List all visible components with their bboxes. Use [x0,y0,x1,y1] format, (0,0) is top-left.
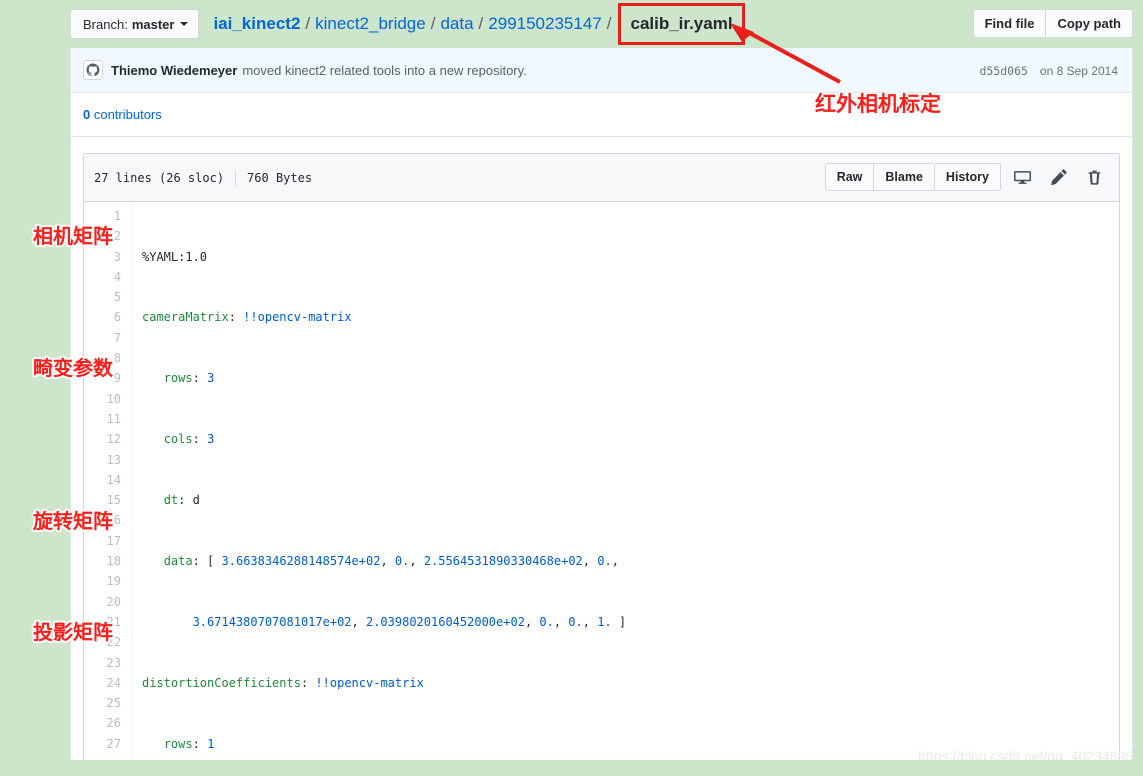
code-line: 3.6714380707081017e+02, 2.03980201604520… [192,614,627,629]
code-line: rows: 3 [163,371,215,386]
line-number[interactable]: 11 [84,409,131,429]
pencil-icon[interactable] [1043,163,1073,191]
find-file-button[interactable]: Find file [972,9,1047,38]
trash-icon[interactable] [1079,163,1109,191]
line-number[interactable]: 5 [84,287,131,307]
line-number[interactable]: 19 [84,571,131,591]
line-number[interactable]: 18 [84,551,131,571]
annotation-rotation-matrix: 旋转矩阵 [33,509,113,533]
line-number-gutter: 1 2 3 4 5 6 7 8 9 10 11 12 13 14 15 16 1 [84,202,132,764]
meta-divider [235,169,237,186]
line-number[interactable]: 26 [84,713,131,733]
line-number[interactable]: 7 [84,328,131,348]
code-viewer: 1 2 3 4 5 6 7 8 9 10 11 12 13 14 15 16 1 [84,202,1119,764]
file-toolbar: 27 lines (26 sloc) 760 Bytes Raw Blame H… [84,154,1119,202]
code-lines[interactable]: %YAML:1.0 cameraMatrix: !!opencv-matrix … [132,202,1119,764]
breadcrumb-repo-link[interactable]: iai_kinect2 [213,14,300,34]
annotation-distortion-params: 畸变参数 [33,356,113,380]
line-number[interactable]: 13 [84,450,131,470]
file-box: 27 lines (26 sloc) 760 Bytes Raw Blame H… [83,153,1120,765]
line-number[interactable]: 12 [84,429,131,449]
line-number[interactable]: 6 [84,307,131,327]
blame-button[interactable]: Blame [874,163,935,191]
filename-highlight-box: calib_ir.yaml [618,3,745,45]
code-line: dt: d [163,493,200,508]
commit-date: on 8 Sep 2014 [1039,63,1118,78]
code-line: data: [ 3.6638346288148574e+02, 0., 2.55… [163,554,619,569]
file-meta: 27 lines (26 sloc) 760 Bytes [94,169,313,186]
line-number[interactable]: 27 [84,734,131,754]
page-root: Branch: master iai_kinect2 / kinect2_bri… [0,0,1143,776]
copy-path-button[interactable]: Copy path [1046,9,1133,38]
line-number[interactable]: 23 [84,653,131,673]
repo-top-bar: Branch: master iai_kinect2 / kinect2_bri… [0,0,1143,48]
commit-message[interactable]: moved kinect2 related tools into a new r… [242,63,526,78]
branch-value: master [131,16,175,32]
file-action-buttons: Raw Blame History [824,163,1109,191]
contributors-label: contributors [90,107,162,122]
code-line: %YAML:1.0 [142,249,208,264]
latest-commit-bar: Thiemo Wiedemeyer moved kinect2 related … [71,48,1132,93]
line-number[interactable]: 25 [84,693,131,713]
code-line: cols: 3 [163,432,215,447]
desktop-icon[interactable] [1007,163,1037,191]
line-number[interactable]: 24 [84,673,131,693]
breadcrumb: iai_kinect2 / kinect2_bridge / data / 29… [213,3,745,45]
annotation-filename-callout: 红外相机标定 [815,92,941,116]
breadcrumb-separator: / [305,14,311,33]
code-line: cameraMatrix: !!opencv-matrix [142,310,352,325]
commit-sha[interactable]: d55d065 [979,64,1027,78]
breadcrumb-separator: / [606,14,612,33]
avatar [83,60,103,80]
line-number[interactable]: 4 [84,267,131,287]
branch-label: Branch: [83,16,128,32]
annotation-camera-matrix: 相机矩阵 [33,224,113,248]
history-button[interactable]: History [934,163,1001,191]
file-size: 760 Bytes [247,170,313,185]
panel-gap [71,137,1132,153]
breadcrumb-link-299150235147[interactable]: 299150235147 [488,14,601,34]
commit-author[interactable]: Thiemo Wiedemeyer [111,63,237,78]
file-line-count: 27 lines (26 sloc) [94,170,225,185]
breadcrumb-separator: / [478,14,484,33]
top-action-buttons: Find file Copy path [972,9,1133,38]
breadcrumb-link-data[interactable]: data [440,14,473,34]
contributors-bar: 0 contributors [71,93,1132,137]
breadcrumb-filename: calib_ir.yaml [630,14,733,33]
line-number[interactable]: 14 [84,470,131,490]
branch-selector[interactable]: Branch: master [70,9,200,39]
raw-button[interactable]: Raw [824,163,875,191]
code-line: distortionCoefficients: !!opencv-matrix [142,675,424,690]
contributors-link[interactable]: 0 contributors [83,107,162,122]
breadcrumb-separator: / [430,14,436,33]
line-number[interactable]: 3 [84,247,131,267]
annotation-projection-matrix: 投影矩阵 [33,620,113,644]
content-panel: Thiemo Wiedemeyer moved kinect2 related … [70,48,1133,765]
chevron-down-icon [180,22,189,26]
line-number[interactable]: 10 [84,389,131,409]
breadcrumb-link-kinect2_bridge[interactable]: kinect2_bridge [315,14,426,34]
bottom-strip [0,760,1143,776]
commit-meta: d55d065 on 8 Sep 2014 [979,48,1118,93]
line-number[interactable]: 20 [84,592,131,612]
